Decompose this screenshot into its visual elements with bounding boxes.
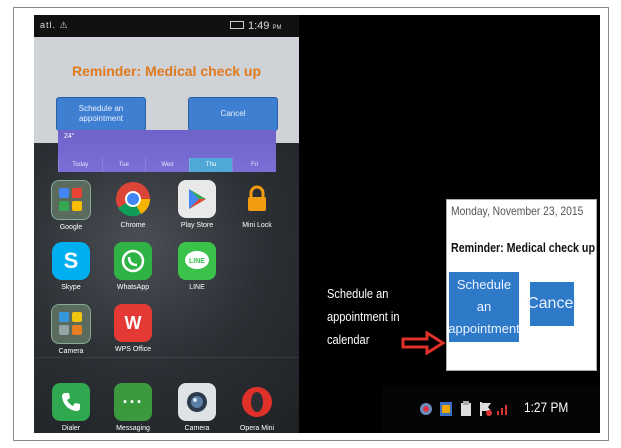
signal-icon: atl. ⚠: [40, 20, 69, 30]
lock-icon: [238, 180, 276, 218]
reminder-title: Reminder: Medical check up: [71, 63, 262, 79]
app-camera[interactable]: Camera: [172, 383, 222, 432]
chrome-icon: [114, 180, 152, 218]
cancel-button[interactable]: Cancel: [188, 97, 278, 131]
google-folder-icon: [51, 180, 91, 220]
app-google[interactable]: Google: [46, 180, 96, 231]
desktop-screen: Monday, November 23, 2015 Reminder: Medi…: [299, 15, 600, 433]
phone-icon: [52, 383, 90, 421]
app-label: Messaging: [116, 425, 150, 432]
app-mini-lock[interactable]: Mini Lock: [232, 180, 282, 229]
clipboard-icon[interactable]: [459, 401, 473, 417]
app-label: Chrome: [120, 222, 146, 229]
calendar-day[interactable]: Wed: [145, 158, 189, 172]
volume-icon[interactable]: [496, 401, 510, 417]
status-time: 1:49 PM: [248, 20, 282, 32]
calendar-day-selected[interactable]: Thu: [188, 158, 233, 172]
opera-mini-icon: [238, 383, 276, 421]
wps-office-icon: W: [114, 304, 152, 342]
taskbar: 1:27 PM: [382, 387, 600, 433]
cancel-button[interactable]: Cancel: [527, 282, 577, 326]
app-camera-folder[interactable]: Camera: [46, 304, 96, 355]
app-tray-icon[interactable]: [439, 401, 453, 417]
calendar-widget[interactable]: 24° Today Tue Wed Thu Fri: [58, 130, 276, 172]
schedule-appointment-button[interactable]: Schedule an appointment: [448, 272, 520, 342]
skype-icon: S: [52, 242, 90, 280]
app-label: WhatsApp: [116, 284, 150, 291]
popup-title: Reminder: Medical check up: [451, 240, 595, 255]
schedule-appointment-button[interactable]: Schedule an appointment: [56, 97, 146, 131]
reminder-notification: Reminder: Medical check up Schedule an a…: [34, 37, 299, 143]
status-bar: atl. ⚠ 1:49 PM: [34, 15, 299, 37]
flag-icon[interactable]: [479, 401, 493, 417]
calendar-day[interactable]: Today: [58, 158, 102, 172]
app-label: Google: [59, 224, 83, 231]
app-dialer[interactable]: Dialer: [46, 383, 96, 432]
whatsapp-icon: [114, 242, 152, 280]
app-label: Skype: [61, 284, 81, 291]
play-store-icon: [178, 180, 216, 218]
app-label: WPS Office: [114, 346, 152, 353]
network-icon[interactable]: [419, 401, 433, 417]
taskbar-clock[interactable]: 1:27 PM: [524, 399, 568, 415]
line-icon: LINE: [178, 242, 216, 280]
app-label: Mini Lock: [242, 222, 272, 229]
arrow-right-icon: [401, 331, 445, 355]
app-label: LINE: [189, 284, 205, 291]
app-label: Camera: [58, 348, 84, 355]
battery-icon: [230, 21, 244, 29]
app-messaging[interactable]: ··· Messaging: [108, 383, 158, 432]
app-label: Play Store: [180, 222, 214, 229]
camera-folder-icon: [51, 304, 91, 344]
app-line[interactable]: LINE LINE: [172, 242, 222, 291]
app-label: Opera Mini: [239, 425, 275, 432]
app-whatsapp[interactable]: WhatsApp: [108, 242, 158, 291]
reminder-popup: Monday, November 23, 2015 Reminder: Medi…: [446, 199, 597, 371]
calendar-day[interactable]: Fri: [232, 158, 276, 172]
app-label: Camera: [184, 425, 210, 432]
app-opera-mini[interactable]: Opera Mini: [232, 383, 282, 432]
app-skype[interactable]: S Skype: [46, 242, 96, 291]
popup-date: Monday, November 23, 2015: [451, 204, 584, 218]
messaging-icon: ···: [114, 383, 152, 421]
svg-text:LINE: LINE: [189, 258, 205, 265]
temperature: 24°: [64, 133, 75, 140]
camera-icon: [178, 383, 216, 421]
dock-divider: [34, 357, 299, 358]
app-chrome[interactable]: Chrome: [108, 180, 158, 229]
app-label: Dialer: [61, 425, 81, 432]
calendar-day[interactable]: Tue: [101, 158, 146, 172]
app-play-store[interactable]: Play Store: [172, 180, 222, 229]
app-wps-office[interactable]: W WPS Office: [108, 304, 158, 353]
calendar-days: Today Tue Wed Thu Fri: [58, 158, 276, 172]
phone-screen: atl. ⚠ 1:49 PM Reminder: Medical check u…: [34, 15, 299, 433]
